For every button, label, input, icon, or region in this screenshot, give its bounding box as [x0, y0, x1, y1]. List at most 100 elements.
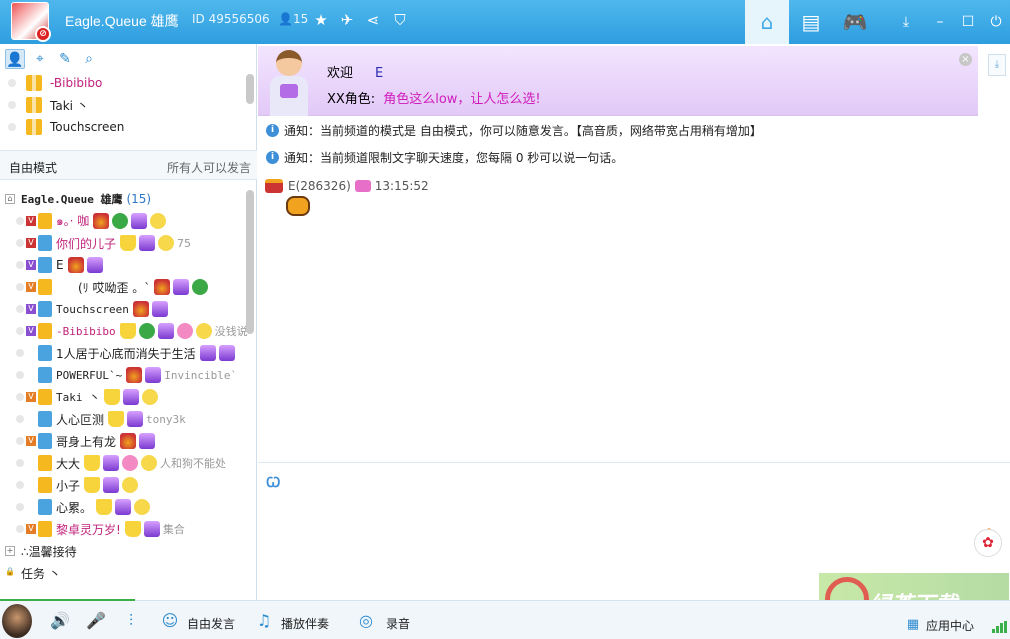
tab-games[interactable]: 🎮	[833, 0, 877, 44]
speaker-icon[interactable]: 🔊	[50, 611, 70, 631]
face-icon	[122, 477, 139, 493]
power-button[interactable]: ⏻	[986, 12, 1006, 32]
equalizer-icon[interactable]: ⫶	[121, 611, 141, 631]
channel-node[interactable]: ⌂ Eagle.Queue 雄鹰 (15)	[0, 188, 248, 210]
play-music-button[interactable]: 播放伴奏	[281, 615, 329, 632]
mode-label: 自由模式	[9, 161, 58, 175]
crown-icon	[93, 213, 110, 229]
microphone-icon[interactable]: 🎤	[86, 611, 106, 631]
minimize-button[interactable]: –	[930, 12, 950, 32]
crown-icon	[126, 367, 143, 383]
gem-icon	[173, 279, 190, 295]
table-row[interactable]: V -Bibibibo 没钱说	[0, 320, 248, 342]
table-row[interactable]: V 哥身上有龙	[0, 430, 248, 452]
hat-icon	[119, 323, 136, 339]
location-tab-icon[interactable]: ⌖	[30, 49, 50, 69]
close-icon[interactable]: ×	[959, 53, 972, 66]
group-node[interactable]: + ∴温馨接待	[0, 540, 248, 562]
role-icon	[38, 279, 52, 295]
app-center-button[interactable]: 应用中心	[926, 617, 974, 634]
hat-icon	[120, 235, 137, 251]
channel-id: ID 49556506	[192, 12, 270, 26]
edit-tab-icon[interactable]: ✎	[55, 49, 75, 69]
gem-icon	[86, 257, 103, 273]
shield-icon[interactable]: ⛉	[391, 11, 409, 29]
scroll-down-button[interactable]: ⤓	[988, 54, 1006, 76]
record-icon[interactable]: ◎	[356, 611, 376, 631]
info-icon: i	[266, 123, 279, 137]
notice-speed: i 通知：当前频道限制文字聊天速度，您每隔 0 秒可以说一句话。	[266, 148, 623, 166]
my-avatar[interactable]	[2, 604, 32, 638]
table-row[interactable]: V ๑。· 咖	[0, 210, 248, 232]
mic-scrollbar[interactable]	[246, 74, 254, 104]
list-item[interactable]: -Bibibibo	[0, 72, 257, 94]
crown-icon	[265, 179, 283, 193]
gem-icon	[157, 323, 174, 339]
table-row[interactable]: 小子	[0, 474, 248, 496]
member-scrollbar[interactable]	[246, 190, 254, 334]
table-row[interactable]: 1人居于心底而消失于生活	[0, 342, 248, 364]
role-icon	[38, 235, 52, 251]
table-row[interactable]: 大大 人和狗不能处	[0, 452, 248, 474]
gem-icon	[139, 433, 156, 449]
channel-title: Eagle.Queue 雄鹰	[65, 13, 179, 29]
table-row[interactable]: POWERFUL`~ Invincible`	[0, 364, 248, 386]
table-row[interactable]: V Taki 丶	[0, 386, 248, 408]
welcome-banner: 欢迎 E XX角色: 角色这么low，让人怎么选! ×	[258, 46, 978, 116]
free-speech-button[interactable]: 自由发言	[187, 615, 235, 632]
role-icon	[38, 477, 52, 493]
apps-icon[interactable]: ▦	[903, 615, 923, 635]
message-header: E(286326) 13:15:52	[265, 178, 429, 194]
gift-icon	[26, 75, 42, 91]
hat-icon	[96, 499, 113, 515]
flower-icon[interactable]: ✿	[974, 529, 1002, 557]
members-tab-icon[interactable]: 👤	[5, 49, 25, 69]
role-icon	[38, 345, 52, 361]
message-input[interactable]: Ꞷ ︿ ✿ 绿茶下载	[258, 462, 1010, 635]
group-node[interactable]: 🔒 任务 丶	[0, 562, 248, 584]
table-row[interactable]: V Touchscreen	[0, 298, 248, 320]
music-icon[interactable]: ♫	[254, 611, 274, 631]
tab-list[interactable]: ▤	[789, 0, 833, 44]
face-icon	[141, 455, 158, 471]
role-icon	[38, 411, 52, 427]
favorite-icon[interactable]: ★	[312, 11, 330, 29]
table-row[interactable]: VE	[0, 254, 248, 276]
list-item[interactable]: Taki 丶	[0, 94, 257, 116]
gem-icon	[218, 345, 235, 361]
user-avatar[interactable]: ⊘	[11, 2, 51, 42]
download-icon[interactable]: ⤓	[896, 12, 916, 32]
tab-home[interactable]: ⌂	[745, 0, 789, 44]
list-item[interactable]: Touchscreen	[0, 116, 257, 138]
badge-icon	[138, 323, 155, 339]
level-icon	[354, 180, 371, 192]
left-tabs: 👤 ⌖ ✎ ⌕	[0, 44, 257, 72]
hat-icon	[104, 389, 121, 405]
member-tree: ⌂ Eagle.Queue 雄鹰 (15) V ๑。· 咖 V 你们的儿子 75 VE…	[0, 188, 248, 593]
gift-icon	[26, 119, 42, 135]
face-icon	[134, 499, 151, 515]
share-icon[interactable]: ⋖	[364, 11, 382, 29]
gem-icon	[103, 455, 120, 471]
free-speech-icon[interactable]: ☺	[160, 611, 180, 631]
role-icon	[38, 433, 52, 449]
table-row[interactable]: V 黎卓灵万岁! 集合	[0, 518, 248, 540]
record-button[interactable]: 录音	[386, 615, 410, 632]
maximize-button[interactable]: ☐	[958, 12, 978, 32]
crown-icon	[132, 301, 149, 317]
plane-icon[interactable]: ✈	[338, 11, 356, 29]
table-row[interactable]: 人心叵测 tony3k	[0, 408, 248, 430]
gem-icon	[115, 499, 132, 515]
role-icon	[38, 301, 52, 317]
role-icon	[38, 257, 52, 273]
table-row[interactable]: 心累。	[0, 496, 248, 518]
badge-icon	[112, 213, 129, 229]
table-row[interactable]: V (ﾘ 哎呦歪 。`	[0, 276, 248, 298]
chat-area: 欢迎 E XX角色: 角色这么low，让人怎么选! × ⤓ i 通知：当前频道的模式是…	[258, 44, 1010, 462]
table-row[interactable]: V 你们的儿子 75	[0, 232, 248, 254]
crown-icon	[154, 279, 171, 295]
lock-icon: 🔒	[5, 567, 15, 576]
search-icon[interactable]: ⌕	[79, 49, 99, 69]
role-icon	[38, 323, 52, 339]
font-style-icon[interactable]: Ꞷ	[266, 473, 286, 493]
